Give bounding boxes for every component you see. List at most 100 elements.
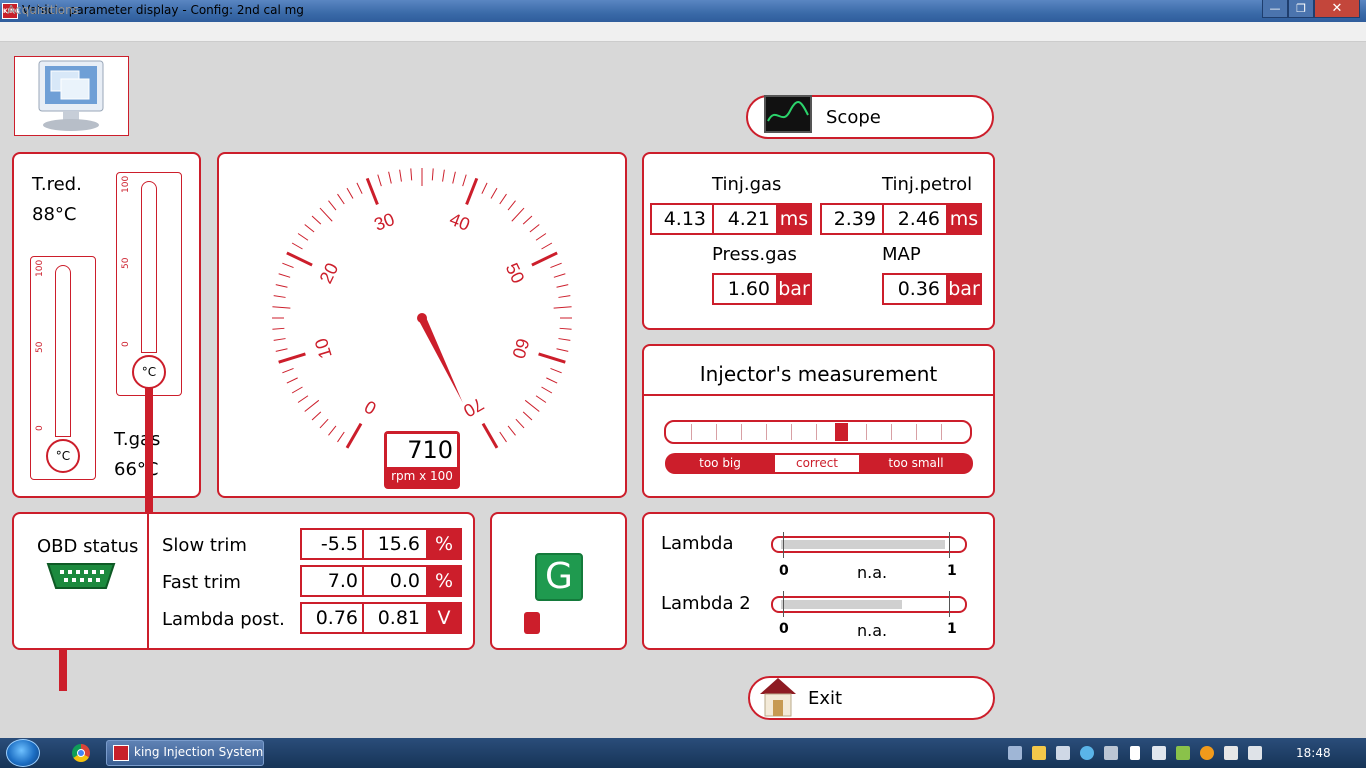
lambda-2-min: 0 (779, 621, 789, 637)
menu-acquisitions[interactable]: Acquisitions (7, 3, 79, 17)
king-app-icon (113, 745, 129, 761)
gauge-minor-tick (442, 169, 445, 182)
map-label: MAP (882, 244, 921, 265)
tinj-gas-unit: ms (776, 203, 812, 235)
gauge-major-tick (481, 422, 499, 449)
gauge-minor-tick (346, 187, 354, 199)
injector-track-segment (816, 424, 817, 440)
gauge-minor-tick (507, 200, 516, 211)
start-button[interactable] (6, 739, 40, 767)
scope-button[interactable]: Scope (746, 95, 994, 139)
tinj-petrol-value-2: 2.46 (882, 203, 948, 235)
lambda-2-left-marker (783, 591, 784, 617)
injector-track-segment (891, 424, 892, 440)
gauge-minor-tick (553, 273, 566, 278)
gauge-minor-tick (388, 171, 392, 184)
t-red-tick-0: 0 (121, 341, 131, 347)
tray-volume-icon[interactable] (1152, 746, 1166, 760)
gauge-minor-tick (275, 284, 288, 288)
monitor-icon (38, 60, 104, 131)
gauge-minor-tick (558, 338, 571, 341)
map-unit: bar (946, 273, 982, 305)
lambda-2-bar (771, 596, 967, 613)
t-red-level-fill (145, 380, 153, 523)
gauge-minor-tick (499, 431, 507, 443)
gauge-minor-tick (319, 418, 329, 429)
gauge-minor-tick (529, 224, 540, 233)
tray-network-share-icon[interactable] (1032, 746, 1046, 760)
maximize-button[interactable]: ❐ (1288, 0, 1314, 18)
gauge-minor-tick (499, 193, 507, 205)
gauge-major-tick (365, 177, 379, 205)
minimize-button[interactable]: — (1262, 0, 1288, 18)
gauge-minor-tick (535, 233, 547, 241)
gauge-minor-tick (431, 168, 434, 181)
gauge-minor-tick (328, 200, 337, 211)
gauge-major-tick (465, 177, 479, 205)
gauge-minor-tick (535, 395, 547, 403)
gauge-major-tick (538, 352, 566, 364)
injector-too-big: too big (699, 456, 741, 470)
injector-track-segment (941, 424, 942, 440)
close-button[interactable]: ✕ (1314, 0, 1360, 18)
lambda-2-text: n.a. (857, 621, 888, 640)
gauge-minor-tick (311, 215, 322, 225)
tray-avast-icon[interactable] (1200, 746, 1214, 760)
lambda-1-bar (771, 536, 967, 553)
computer-button[interactable] (14, 56, 129, 136)
injector-track-segment (691, 424, 692, 440)
lambda-1-fill (781, 540, 945, 549)
gauge-minor-tick (304, 224, 315, 233)
lambda-2-right-marker (949, 591, 950, 617)
slow-trim-value-1: -5.5 (300, 528, 366, 560)
gauge-minor-tick (337, 431, 345, 443)
tray-monitor-icon[interactable] (1008, 746, 1022, 760)
thermometer-t-red: °C 100 50 0 (116, 172, 182, 523)
t-gas-bulb: °C (46, 439, 80, 473)
map-value: 0.36 (882, 273, 948, 305)
rpm-unit: rpm x 100 (391, 469, 453, 483)
slow-trim-unit: % (426, 528, 462, 560)
injector-track (664, 420, 972, 444)
thermometer-t-gas: °C 100 50 0 (30, 256, 96, 691)
gauge-needle (418, 316, 463, 403)
tinj-petrol-value-1: 2.39 (820, 203, 884, 235)
gauge-major-tick (278, 352, 306, 364)
injector-too-small: too small (888, 456, 944, 470)
slow-trim-label: Slow trim (162, 535, 247, 556)
gauge-minor-tick (297, 233, 309, 241)
gauge-minor-tick (410, 168, 413, 181)
injector-indicator (835, 423, 848, 441)
obd-status-label: OBD status (37, 536, 139, 557)
lambda-1-left-marker (783, 532, 784, 558)
tray-battery-icon[interactable] (1130, 746, 1140, 760)
tray-stack-icon[interactable] (1176, 746, 1190, 760)
gas-mode-button[interactable]: G (535, 553, 583, 601)
t-red-tick-50: 50 (121, 257, 131, 269)
chrome-icon-center (77, 749, 85, 757)
gauge-minor-tick (524, 399, 540, 412)
gauge-minor-tick (511, 207, 525, 222)
obd-connector-icon (46, 562, 116, 596)
t-red-bulb: °C (132, 355, 166, 389)
gauge-minor-tick (541, 386, 553, 394)
t-gas-tick-0: 0 (35, 425, 45, 431)
tray-signal-icon[interactable] (1224, 746, 1238, 760)
exit-button[interactable]: Exit (748, 676, 995, 720)
gauge-minor-tick (291, 386, 303, 394)
gauge-minor-tick (553, 306, 572, 309)
lambda-post-unit: V (426, 602, 462, 634)
tray-display-icon[interactable] (1056, 746, 1070, 760)
gauge-minor-tick (556, 284, 569, 288)
tray-remote-icon[interactable] (1104, 746, 1118, 760)
gauge-minor-tick (462, 174, 467, 187)
lambda-2-fill (781, 600, 902, 609)
gauge-major-tick (345, 422, 363, 449)
gauge-minor-tick (541, 242, 553, 250)
gauge-minor-tick (559, 327, 572, 330)
gauge-scale-label: 40 (447, 209, 473, 235)
t-gas-tick-50: 50 (35, 341, 45, 353)
rpm-value: 710 (387, 434, 457, 467)
tray-flag-icon[interactable] (1248, 746, 1262, 760)
tray-bluetooth-icon[interactable] (1080, 746, 1094, 760)
